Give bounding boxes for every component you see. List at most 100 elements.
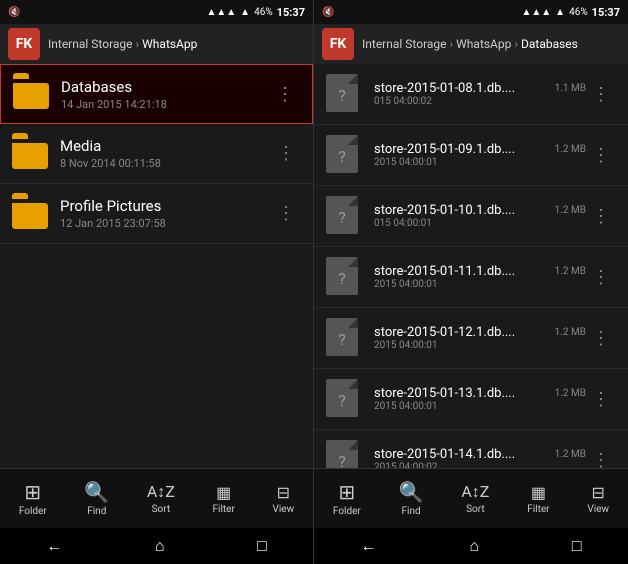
file-details: store-2015-01-14.1.db.... 1.2 MB 2015 04… [374, 447, 586, 468]
file-icon: ? [326, 257, 362, 297]
right-back-button[interactable]: FK [322, 28, 354, 60]
list-item[interactable]: ? store-2015-01-08.1.db.... 1.1 MB 015 0… [314, 64, 628, 125]
right-folder-button[interactable]: ⊞ Folder [333, 480, 361, 517]
left-volume-icon: 🔇 [8, 7, 20, 18]
right-system-nav: ← ⌂ □ [314, 528, 628, 564]
list-item[interactable]: ? store-2015-01-10.1.db.... 1.2 MB 015 0… [314, 186, 628, 247]
sort-icon: A↕Z [461, 482, 489, 502]
more-button[interactable]: ⋮ [586, 80, 616, 109]
right-volume-icon: 🔇 [322, 7, 334, 18]
list-item[interactable]: ? store-2015-01-11.1.db.... 1.2 MB 2015 … [314, 247, 628, 308]
left-breadcrumb: Internal Storage › WhatsApp [48, 37, 305, 51]
left-time: 15:37 [277, 6, 305, 19]
left-back-icon: FK [16, 36, 33, 52]
folder-icon [13, 79, 49, 109]
file-name: store-2015-01-09.1.db.... [374, 142, 515, 157]
more-button[interactable]: ⋮ [586, 263, 616, 292]
list-item[interactable]: ? store-2015-01-09.1.db.... 1.2 MB 2015 … [314, 125, 628, 186]
file-details: store-2015-01-09.1.db.... 1.2 MB 2015 04… [374, 142, 586, 168]
right-time: 15:37 [592, 6, 620, 19]
folder-icon: ⊞ [24, 480, 41, 504]
sort-button[interactable]: A↕Z Sort [147, 482, 175, 515]
list-item[interactable]: Media 8 Nov 2014 00:11:58 ⋮ [0, 124, 313, 184]
right-recents-sys-button[interactable]: □ [572, 536, 582, 556]
right-back-sys-button[interactable]: ← [360, 536, 376, 556]
list-item[interactable]: ? store-2015-01-12.1.db.... 1.2 MB 2015 … [314, 308, 628, 369]
left-file-list: Databases 14 Jan 2015 14:21:18 ⋮ Media 8… [0, 64, 313, 468]
more-button[interactable]: ⋮ [271, 199, 301, 228]
find-label: Find [87, 506, 106, 517]
right-back-icon: FK [330, 36, 347, 52]
more-button[interactable]: ⋮ [271, 139, 301, 168]
right-battery: 46% [569, 7, 588, 18]
left-signal-icon: ▲▲▲ [206, 7, 236, 18]
file-details: store-2015-01-12.1.db.... 1.2 MB 2015 04… [374, 325, 586, 351]
view-label: View [273, 504, 295, 515]
file-size: 1.2 MB [555, 388, 586, 399]
filter-label: Filter [213, 504, 235, 515]
left-back-button[interactable]: FK [8, 28, 40, 60]
file-size: 1.2 MB [555, 449, 586, 460]
file-icon: ? [326, 74, 362, 114]
list-item[interactable]: Databases 14 Jan 2015 14:21:18 ⋮ [0, 64, 313, 124]
file-date: 2015 04:00:01 [374, 340, 586, 351]
find-icon: 🔍 [84, 480, 109, 504]
right-breadcrumb: Internal Storage › WhatsApp › Databases [362, 37, 620, 51]
file-date: 14 Jan 2015 14:21:18 [61, 98, 270, 111]
recents-sys-button[interactable]: □ [257, 536, 267, 556]
left-status-bar: 🔇 ▲▲▲ ▲ 46% 15:37 [0, 0, 313, 24]
folder-label: Folder [333, 506, 361, 517]
list-item[interactable]: Profile Pictures 12 Jan 2015 23:07:58 ⋮ [0, 184, 313, 244]
file-date: 015 04:00:02 [374, 96, 586, 107]
file-size: 1.2 MB [555, 266, 586, 277]
breadcrumb-part-2: WhatsApp [142, 37, 197, 51]
right-bottom-bar: ⊞ Folder 🔍 Find A↕Z Sort ▦ Filter ⊟ View [314, 468, 628, 528]
list-item[interactable]: ? store-2015-01-14.1.db.... 1.2 MB 2015 … [314, 430, 628, 468]
view-icon: ⊟ [277, 483, 290, 502]
view-button[interactable]: ⊟ View [273, 483, 295, 515]
left-system-nav: ← ⌂ □ [0, 528, 313, 564]
left-nav-bar: FK Internal Storage › WhatsApp [0, 24, 313, 64]
more-button[interactable]: ⋮ [586, 385, 616, 414]
file-name: store-2015-01-08.1.db.... [374, 81, 515, 96]
right-view-button[interactable]: ⊟ View [587, 483, 609, 515]
file-name: store-2015-01-11.1.db.... [374, 264, 515, 279]
right-filter-button[interactable]: ▦ Filter [527, 483, 549, 515]
folder-icon [12, 139, 48, 169]
file-date: 015 04:00:01 [374, 218, 586, 229]
folder-icon [12, 199, 48, 229]
more-button[interactable]: ⋮ [586, 141, 616, 170]
folder-icon: ⊞ [338, 480, 355, 504]
find-icon: 🔍 [399, 480, 424, 504]
left-wifi-icon: ▲ [240, 7, 250, 18]
sort-label: Sort [152, 504, 171, 515]
right-nav-bar: FK Internal Storage › WhatsApp › Databas… [314, 24, 628, 64]
filter-button[interactable]: ▦ Filter [213, 483, 235, 515]
file-name: Profile Pictures [60, 197, 271, 215]
right-home-sys-button[interactable]: ⌂ [469, 536, 479, 556]
more-button[interactable]: ⋮ [586, 202, 616, 231]
file-name: Media [60, 137, 271, 155]
right-find-button[interactable]: 🔍 Find [399, 480, 424, 517]
more-button[interactable]: ⋮ [586, 324, 616, 353]
file-icon: ? [326, 318, 362, 358]
file-name: store-2015-01-13.1.db.... [374, 386, 515, 401]
more-button[interactable]: ⋮ [586, 446, 616, 469]
file-details: store-2015-01-11.1.db.... 1.2 MB 2015 04… [374, 264, 586, 290]
file-icon: ? [326, 379, 362, 419]
right-sep-2: › [514, 37, 518, 51]
list-item[interactable]: ? store-2015-01-13.1.db.... 1.2 MB 2015 … [314, 369, 628, 430]
find-button[interactable]: 🔍 Find [84, 480, 109, 517]
right-panel: 🔇 ▲▲▲ ▲ 46% 15:37 FK Internal Storage › … [314, 0, 628, 564]
more-button[interactable]: ⋮ [270, 80, 300, 109]
home-sys-button[interactable]: ⌂ [155, 536, 165, 556]
right-wifi-icon: ▲ [555, 7, 565, 18]
file-details: store-2015-01-08.1.db.... 1.1 MB 015 04:… [374, 81, 586, 107]
back-sys-button[interactable]: ← [46, 536, 62, 556]
file-date: 8 Nov 2014 00:11:58 [60, 157, 271, 170]
right-sort-button[interactable]: A↕Z Sort [461, 482, 489, 515]
right-status-bar: 🔇 ▲▲▲ ▲ 46% 15:37 [314, 0, 628, 24]
file-date: 2015 04:00:01 [374, 279, 586, 290]
right-breadcrumb-2: WhatsApp [456, 37, 511, 51]
folder-button[interactable]: ⊞ Folder [19, 480, 47, 517]
